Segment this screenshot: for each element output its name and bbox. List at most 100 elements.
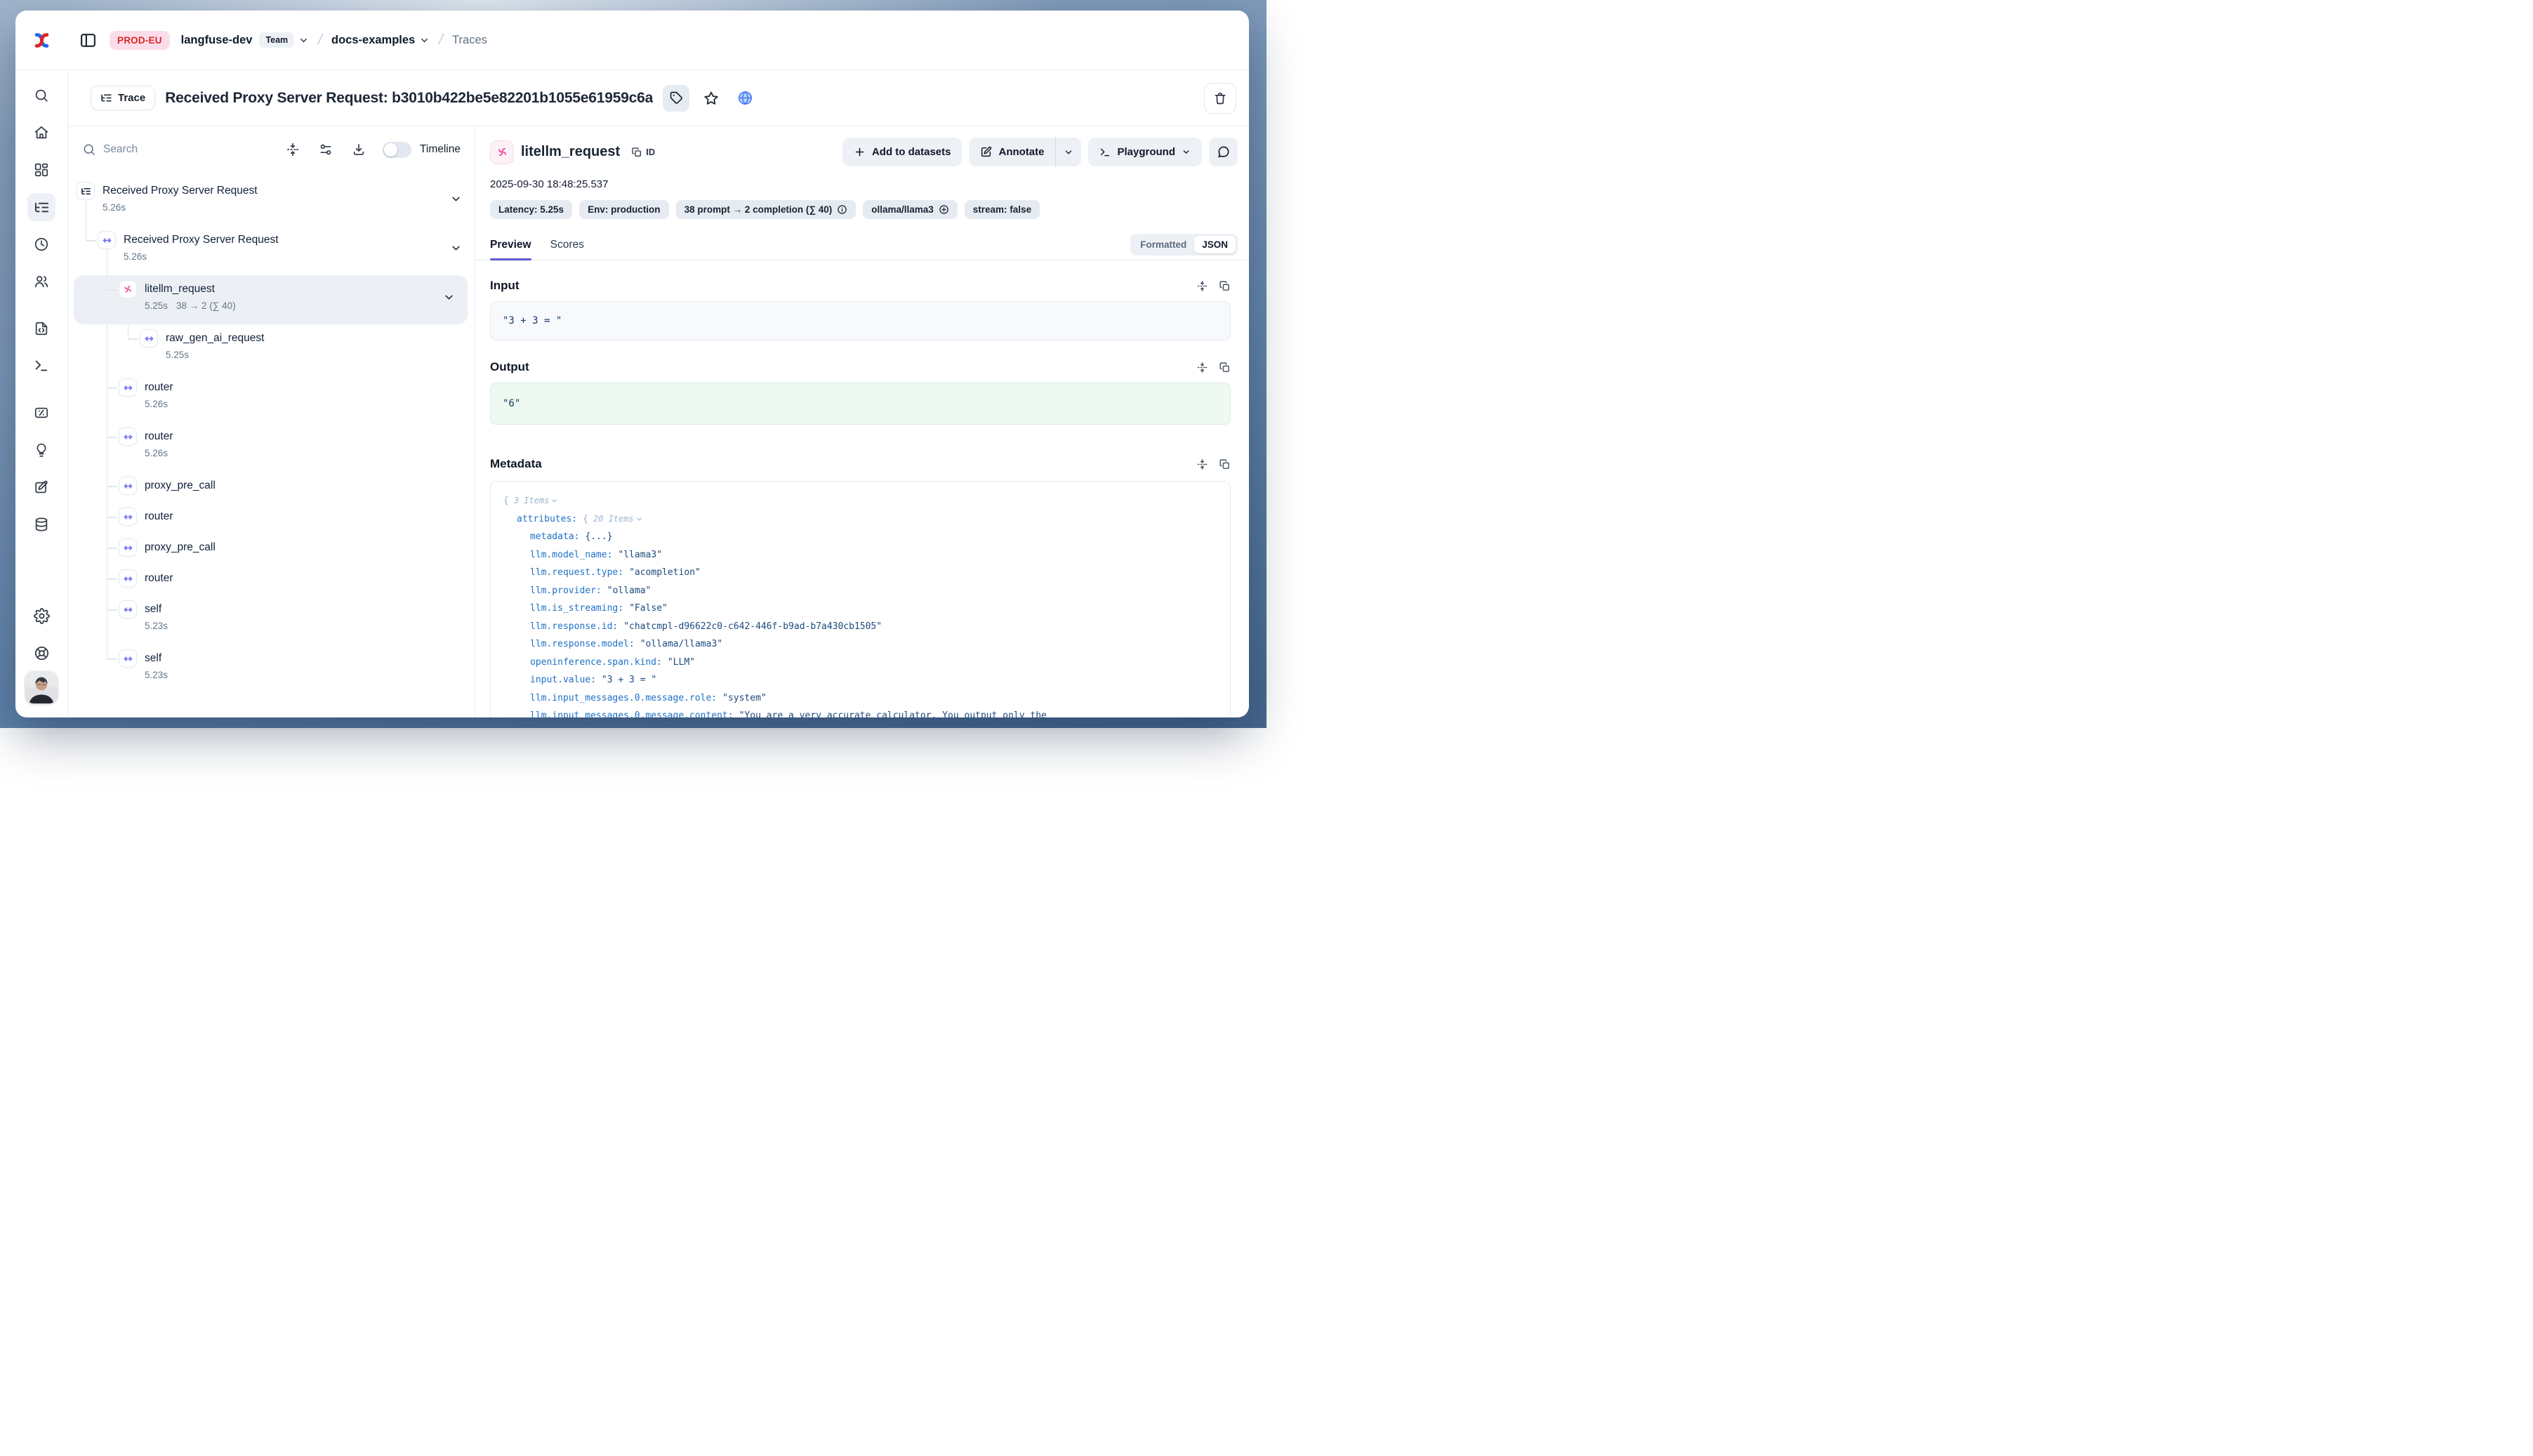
tree-row-duration: 5.23s (145, 670, 168, 680)
tree-row-span[interactable]: self 5.23s (68, 644, 475, 694)
search-icon[interactable] (27, 81, 55, 110)
copy-id-button[interactable]: ID (631, 147, 655, 158)
annotation-icon[interactable] (27, 473, 55, 501)
tag-icon[interactable] (663, 85, 689, 112)
delete-trace-button[interactable] (1204, 83, 1236, 114)
display-settings-icon[interactable] (319, 143, 333, 157)
playground-button[interactable]: Playground (1088, 138, 1202, 166)
home-icon[interactable] (27, 119, 55, 147)
tree-row-label: Received Proxy Server Request (124, 231, 279, 249)
annotate-dropdown-chevron[interactable] (1055, 138, 1081, 166)
chevron-down-icon[interactable] (443, 291, 455, 303)
trace-title: Received Proxy Server Request: b3010b422… (165, 90, 653, 107)
tree-row-span[interactable]: proxy_pre_call (68, 472, 475, 503)
support-icon[interactable] (27, 639, 55, 667)
prompts-icon[interactable] (27, 315, 55, 343)
metadata-json-line[interactable]: {3 Items (503, 492, 1217, 510)
evaluation-icon[interactable] (27, 399, 55, 427)
view-formatted-option[interactable]: Formatted (1132, 236, 1194, 253)
span-arrows-icon (119, 600, 137, 618)
tree-row-label: proxy_pre_call (145, 538, 216, 557)
tree-row-tokens: 38 → 2 (∑ 40) (176, 300, 236, 311)
span-arrows-icon (140, 329, 158, 348)
tree-row-label: router (145, 428, 173, 446)
chevron-down-icon[interactable] (298, 35, 309, 46)
span-arrows-icon (119, 538, 137, 557)
tree-row-label: router (145, 569, 173, 588)
output-value: "6" (490, 383, 1231, 425)
tree-row-label: router (145, 378, 173, 397)
playground-icon[interactable] (27, 352, 55, 380)
dashboards-icon[interactable] (27, 156, 55, 184)
tab-scores[interactable]: Scores (550, 230, 584, 260)
metadata-json-line[interactable]: attributes:{20 Items (503, 510, 1217, 529)
tree-row-span[interactable]: router (68, 564, 475, 595)
fold-vertical-icon[interactable] (1196, 362, 1208, 373)
environment-badge[interactable]: PROD-EU (110, 31, 170, 50)
metadata-json-line: llm.response.model:"ollama/llama3" (503, 635, 1217, 654)
add-to-datasets-button[interactable]: Add to datasets (842, 138, 963, 166)
download-icon[interactable] (352, 143, 366, 157)
annotate-split-button: Annotate (969, 138, 1081, 166)
circle-plus-icon (939, 204, 949, 215)
sessions-icon[interactable] (27, 230, 55, 258)
tree-row-label: self (145, 649, 168, 668)
desktop-background: PROD-EU langfuse-dev Team / docs-example… (0, 0, 1266, 728)
detail-tabs: Preview Scores Formatted JSON (475, 230, 1249, 260)
tree-row-span[interactable]: router 5.26s (68, 373, 475, 423)
tree-row-span[interactable]: Received Proxy Server Request 5.26s (68, 226, 475, 275)
tree-row-span[interactable]: self 5.23s (68, 595, 475, 644)
suggestions-icon[interactable] (27, 436, 55, 464)
timeline-toggle[interactable] (383, 142, 411, 158)
fold-vertical-icon[interactable] (1196, 458, 1208, 470)
span-arrows-icon (119, 428, 137, 446)
tracing-icon[interactable] (27, 193, 55, 221)
list-tree-icon (77, 182, 95, 200)
tree-row-span[interactable]: raw_gen_ai_request 5.25s (68, 324, 475, 373)
trace-type-chip[interactable]: Trace (91, 86, 155, 110)
org-name[interactable]: langfuse-dev (181, 34, 253, 47)
datasets-icon[interactable] (27, 510, 55, 538)
comments-button[interactable] (1209, 138, 1238, 166)
tree-row-span[interactable]: router 5.26s (68, 423, 475, 472)
metadata-json-line: llm.input_messages.0.message.role:"syste… (503, 689, 1217, 708)
chevron-down-icon[interactable] (419, 35, 430, 46)
tree-row-span[interactable]: proxy_pre_call (68, 534, 475, 564)
sidebar-toggle-icon[interactable] (79, 32, 97, 49)
metadata-json-line[interactable]: metadata:{...} (503, 528, 1217, 546)
model-badge[interactable]: ollama/llama3 (863, 200, 958, 219)
metadata-json-line: llm.response.id:"chatcmpl-d96622c0-c642-… (503, 618, 1217, 636)
terminal-icon (1099, 147, 1111, 158)
copy-icon[interactable] (1219, 458, 1231, 470)
breadcrumb-section[interactable]: Traces (452, 34, 487, 47)
annotate-button[interactable]: Annotate (969, 138, 1055, 166)
star-icon[interactable] (699, 86, 723, 110)
copy-icon[interactable] (1219, 362, 1231, 373)
copy-icon[interactable] (1219, 280, 1231, 292)
users-icon[interactable] (27, 267, 55, 296)
user-avatar[interactable] (25, 671, 58, 703)
org-type-badge: Team (259, 32, 294, 48)
view-json-option[interactable]: JSON (1194, 236, 1236, 253)
chevron-down-icon (635, 515, 643, 523)
tokens-badge[interactable]: 38 prompt → 2 completion (∑ 40) (676, 200, 857, 219)
metadata-json-line: openinference.span.kind:"LLM" (503, 654, 1217, 672)
playground-label: Playground (1117, 146, 1175, 158)
fold-vertical-icon[interactable] (1196, 280, 1208, 292)
tree-row-label: self (145, 600, 168, 618)
breadcrumb-project[interactable]: docs-examples (331, 34, 415, 47)
tab-preview[interactable]: Preview (490, 230, 531, 260)
breadcrumb-separator: / (437, 32, 445, 48)
metadata-json-line: llm.provider:"ollama" (503, 582, 1217, 600)
tree-row-span[interactable]: router (68, 503, 475, 534)
tree-row-generation-selected[interactable]: litellm_request 5.25s38 → 2 (∑ 40) (74, 275, 468, 324)
tree-search[interactable] (82, 143, 267, 157)
collapse-all-icon[interactable] (286, 143, 300, 157)
chevron-down-icon[interactable] (450, 242, 462, 254)
globe-icon[interactable] (733, 86, 757, 110)
tree-row-trace[interactable]: Received Proxy Server Request 5.26s (68, 177, 475, 226)
tree-search-input[interactable] (103, 143, 187, 156)
chevron-down-icon[interactable] (450, 193, 462, 205)
langfuse-logo[interactable] (15, 31, 68, 50)
settings-icon[interactable] (27, 602, 55, 630)
